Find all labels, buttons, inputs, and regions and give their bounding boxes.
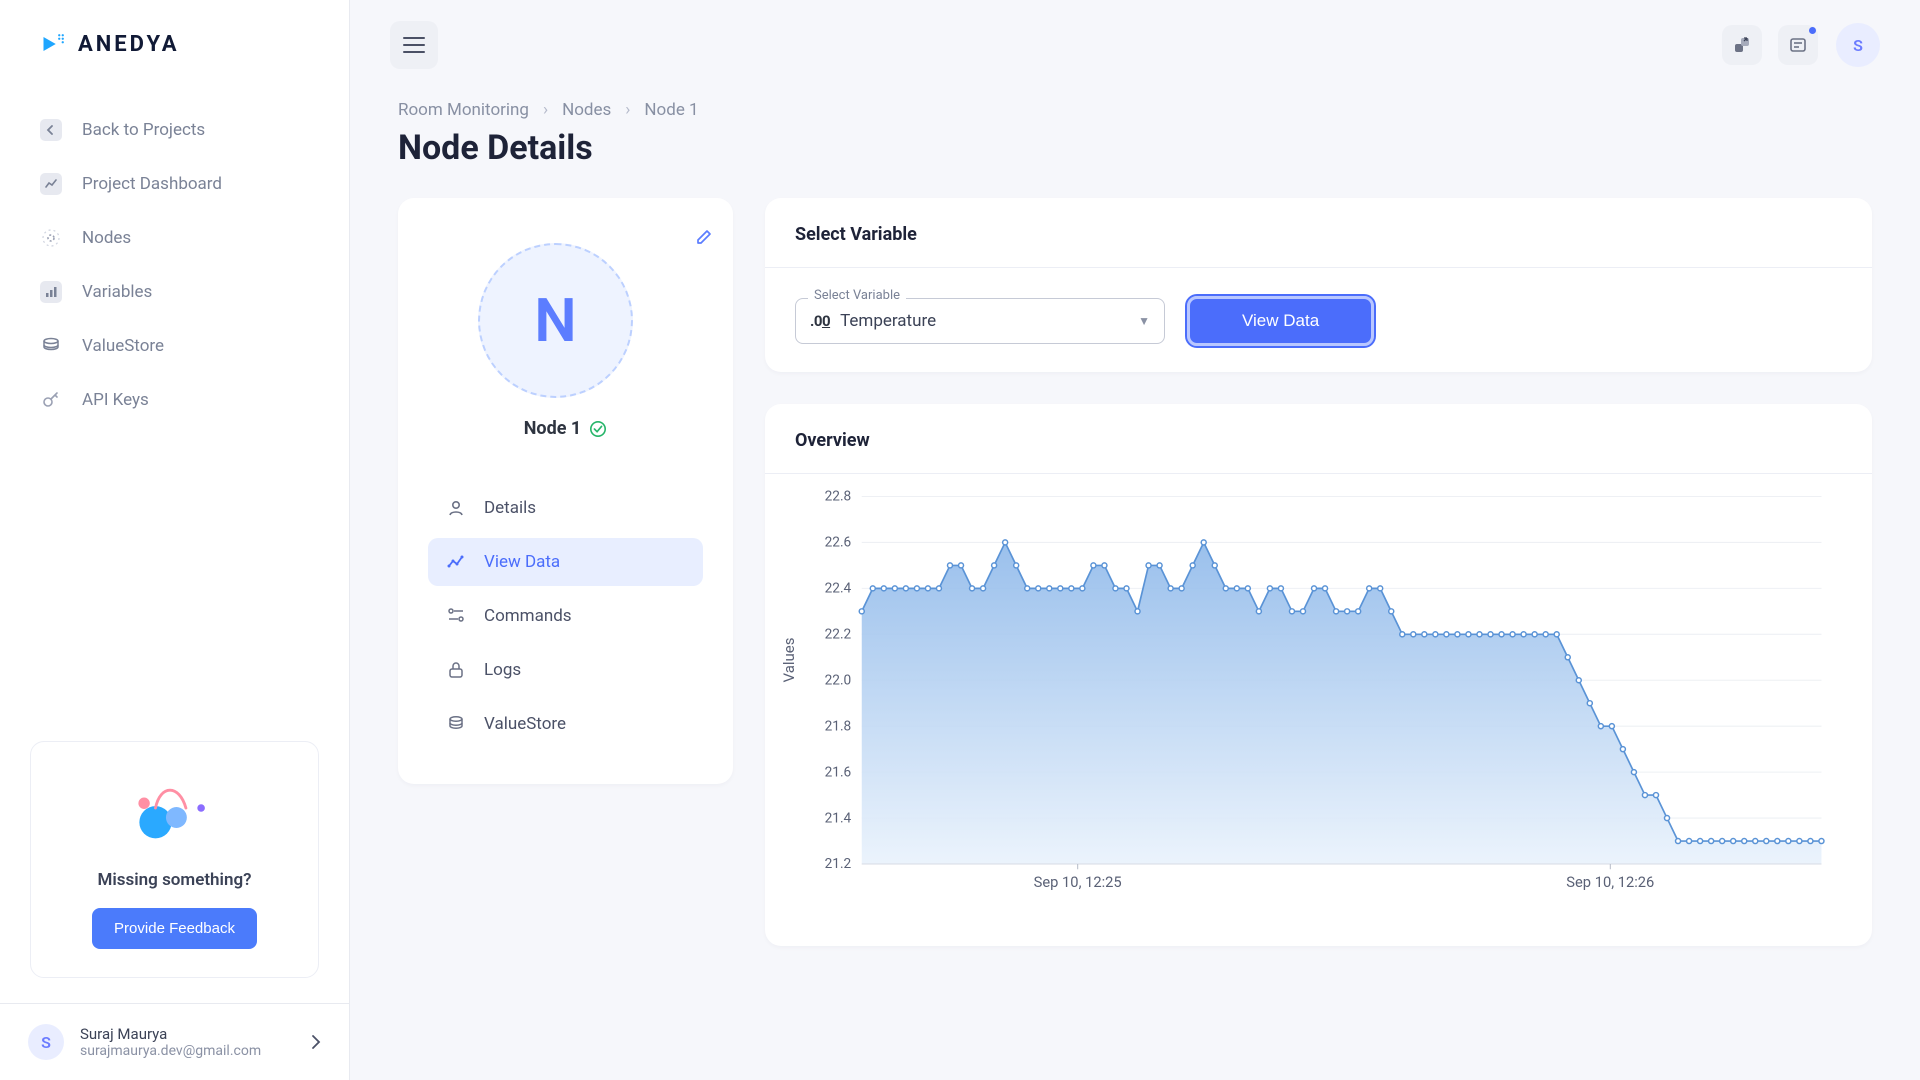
tab-label: Details [484,498,536,518]
float-type-icon: .00 [810,312,830,330]
back-icon [40,119,62,141]
sidebar-item-api-keys[interactable]: API Keys [0,373,349,427]
nav-label: Project Dashboard [82,174,222,194]
svg-text:Sep 10, 12:25: Sep 10, 12:25 [1034,873,1122,891]
tab-commands[interactable]: Commands [428,592,703,640]
breadcrumb: Room Monitoring › Nodes › Node 1 [398,100,1872,120]
expand-icon [1733,36,1751,54]
provide-feedback-button[interactable]: Provide Feedback [92,908,257,949]
user-avatar: S [28,1024,64,1060]
nav-label: ValueStore [82,336,164,356]
database-icon [446,714,466,734]
y-axis-label: Values [780,638,798,683]
logo-text: ANEDYA [78,32,180,57]
notification-dot-icon [1809,27,1816,34]
key-icon [40,389,62,411]
card-title: Overview [795,430,1842,451]
svg-text:21.6: 21.6 [825,764,852,780]
sidebar-item-project-dashboard[interactable]: Project Dashboard [0,157,349,211]
chart[interactable]: Values 21.221.421.621.822.022.222.422.62… [795,486,1842,906]
svg-text:22.4: 22.4 [825,581,852,597]
panel-icon [1789,36,1807,54]
sidebar-item-variables[interactable]: Variables [0,265,349,319]
svg-text:21.2: 21.2 [825,856,852,872]
chevron-right-icon: › [625,100,630,120]
tab-details[interactable]: Details [428,484,703,532]
check-circle-icon [589,420,607,438]
tab-valuestore[interactable]: ValueStore [428,700,703,748]
node-tabs: Details View Data Commands Logs [418,484,713,748]
nav-label: Nodes [82,228,131,248]
select-value: Temperature [840,311,1128,331]
dashboard-icon [40,173,62,195]
pencil-icon [693,228,713,248]
sidebar-item-valuestore[interactable]: ValueStore [0,319,349,373]
notifications-button[interactable] [1778,25,1818,65]
logo-icon [40,30,68,58]
database-icon [40,335,62,357]
feedback-card: Missing something? Provide Feedback [30,741,319,978]
breadcrumb-item[interactable]: Room Monitoring [398,100,529,120]
sidebar-item-nodes[interactable]: Nodes [0,211,349,265]
overview-card: Overview Values 21.2 21.4 21.6 21.8 22.0 22.2… [765,404,1872,946]
node-name-row: Node 1 [418,418,713,439]
svg-text:22.8: 22.8 [825,489,852,505]
node-avatar: N [478,243,633,398]
user-menu[interactable]: S Suraj Maurya surajmaurya.dev@gmail.com [0,1003,349,1080]
svg-text:22.2: 22.2 [825,627,852,643]
svg-text:21.8: 21.8 [825,718,852,734]
svg-text:22.0: 22.0 [825,672,852,688]
tab-logs[interactable]: Logs [428,646,703,694]
sidebar: ANEDYA Back to Projects Project Dashboar… [0,0,350,1080]
user-name: Suraj Maurya [80,1025,295,1043]
feedback-title: Missing something? [53,870,296,890]
chart-svg: 21.2 21.4 21.6 21.8 22.0 22.2 22.4 22.6 22.8 Sep … [795,486,1842,906]
tab-label: Commands [484,606,572,626]
breadcrumb-item[interactable]: Node 1 [644,100,698,120]
nav-label: API Keys [82,390,149,410]
page-title: Node Details [398,128,1872,168]
nav-label: Back to Projects [82,120,205,140]
tab-label: Logs [484,660,521,680]
node-name: Node 1 [524,418,582,439]
topbar: S [350,0,1920,90]
sidebar-nav: Back to Projects Project Dashboard Nodes… [0,83,349,447]
svg-text:Sep 10, 12:26: Sep 10, 12:26 [1566,873,1654,891]
tab-label: ValueStore [484,714,566,734]
menu-toggle-button[interactable] [390,21,438,69]
edit-button[interactable] [693,228,713,252]
logo[interactable]: ANEDYA [0,0,349,83]
card-title: Select Variable [795,224,1842,245]
chevron-down-icon: ▼ [1138,314,1150,328]
lock-icon [446,660,466,680]
user-email: surajmaurya.dev@gmail.com [80,1043,295,1059]
svg-text:22.6: 22.6 [825,535,852,551]
nav-label: Variables [82,282,152,302]
main: S Room Monitoring › Nodes › Node 1 Node … [350,0,1920,1080]
select-variable-card: Select Variable Select Variable .00 Temp… [765,198,1872,372]
tab-view-data[interactable]: View Data [428,538,703,586]
user-icon [446,498,466,518]
chevron-right-icon: › [543,100,548,120]
chevron-right-icon [311,1034,321,1050]
svg-text:21.4: 21.4 [825,810,852,826]
profile-avatar-button[interactable]: S [1836,23,1880,67]
breadcrumb-item[interactable]: Nodes [562,100,611,120]
node-card: N Node 1 Details View Data [398,198,733,784]
view-data-button[interactable]: View Data [1187,296,1374,346]
tab-label: View Data [484,552,560,572]
feedback-illustration [127,770,222,850]
fullscreen-button[interactable] [1722,25,1762,65]
sliders-icon [446,606,466,626]
select-label: Select Variable [808,288,906,303]
nodes-icon [40,227,62,249]
variable-select[interactable]: Select Variable .00 Temperature ▼ [795,298,1165,344]
sidebar-item-back-to-projects[interactable]: Back to Projects [0,103,349,157]
chart-icon [446,552,466,572]
variables-icon [40,281,62,303]
